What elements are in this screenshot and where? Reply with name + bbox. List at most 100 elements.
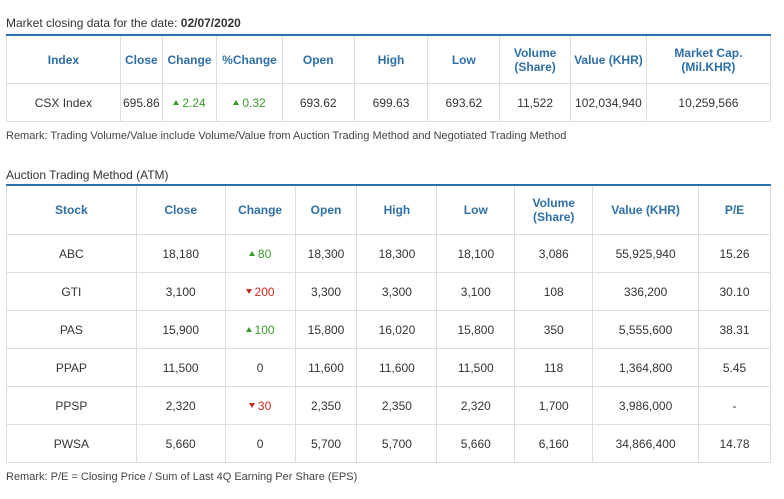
stock-stock: PAS <box>6 310 137 349</box>
col-header-volume: Volume (Share) <box>499 34 571 84</box>
index-change: 2.24 <box>182 95 206 110</box>
stock-high: 2,350 <box>356 386 438 425</box>
col-header-pe: P/E <box>698 184 771 235</box>
index-header-row: Index Close Change %Change Open High Low… <box>6 34 772 84</box>
stock-volume: 1,700 <box>514 386 594 425</box>
table-row: ABC 18,180 80 18,300 18,300 18,100 3,086 55,925… <box>6 234 771 273</box>
triangle-up-icon <box>248 250 255 256</box>
stock-change: 200 <box>254 284 275 299</box>
stock-close: 18,180 <box>135 234 226 273</box>
col-header-mcap-line2: (Mil.KHR) <box>681 59 736 74</box>
stock-change: 80 <box>257 246 272 261</box>
table-row: CSX Index 695.86 2.24 0.32 693.62 699.63… <box>6 83 772 122</box>
stock-high: 16,020 <box>356 310 438 349</box>
col-header-high: High <box>356 184 438 235</box>
stock-change: 100 <box>254 322 275 337</box>
stock-change: 0 <box>256 360 264 375</box>
stock-change-cell: 80 <box>224 234 296 273</box>
col-header-volume-line1: Volume <box>532 196 575 210</box>
stock-value: 34,866,400 <box>592 424 700 463</box>
col-header-open: Open <box>294 184 358 235</box>
stock-close: 15,900 <box>135 310 226 349</box>
col-header-pct-change: %Change <box>216 34 283 84</box>
stock-close: 5,660 <box>135 424 226 463</box>
col-header-low: Low <box>436 184 516 235</box>
col-header-stock: Stock <box>6 184 137 235</box>
stock-value: 3,986,000 <box>592 386 700 425</box>
stock-change-cell: 0 <box>224 424 296 463</box>
market-caption: Market closing data for the date: 02/07/… <box>6 16 241 30</box>
col-header-close: Close <box>135 184 226 235</box>
col-header-high: High <box>353 34 429 84</box>
stock-open: 18,300 <box>294 234 358 273</box>
stock-change-cell: 200 <box>224 272 296 311</box>
triangle-up-icon <box>245 326 252 332</box>
stock-volume: 350 <box>514 310 594 349</box>
stock-stock: PPAP <box>6 348 137 387</box>
col-header-volume-line2: (Share) <box>533 210 575 224</box>
stock-open: 15,800 <box>294 310 358 349</box>
stock-change: 0 <box>256 436 264 451</box>
stock-header-row: Stock Close Change Open High Low Volume … <box>6 184 771 235</box>
stock-volume: 3,086 <box>514 234 594 273</box>
table-row: PAS 15,900 100 15,800 16,020 15,800 350 5,555,6… <box>6 310 771 349</box>
stock-pe: 38.31 <box>698 310 771 349</box>
stock-open: 3,300 <box>294 272 358 311</box>
stock-open: 2,350 <box>294 386 358 425</box>
stock-low: 15,800 <box>436 310 516 349</box>
col-header-volume-line1: Volume <box>513 45 557 60</box>
col-header-mcap-line1: Market Cap. <box>674 45 743 60</box>
stock-volume: 108 <box>514 272 594 311</box>
stock-stock: PPSP <box>6 386 137 425</box>
index-pct-change: 0.32 <box>242 95 266 110</box>
col-header-change: Change <box>161 34 218 84</box>
triangle-down-icon <box>245 289 252 295</box>
stock-close: 11,500 <box>135 348 226 387</box>
col-header-open: Open <box>281 34 355 84</box>
col-header-value: Value (KHR) <box>569 34 647 84</box>
stock-change-cell: 0 <box>224 348 296 387</box>
stock-low: 2,320 <box>436 386 516 425</box>
stock-open: 5,700 <box>294 424 358 463</box>
table-row: PPAP 11,500 0 11,600 11,600 11,500 118 1,364,80… <box>6 348 771 387</box>
index-table: Index Close Change %Change Open High Low… <box>6 34 772 122</box>
stock-change: 30 <box>257 398 272 413</box>
stock-low: 11,500 <box>436 348 516 387</box>
stock-pe: 14.78 <box>698 424 771 463</box>
col-header-low: Low <box>427 34 501 84</box>
index-market-cap: 10,259,566 <box>645 83 772 122</box>
triangle-up-icon <box>173 99 180 105</box>
col-header-value: Value (KHR) <box>592 184 700 235</box>
stock-close: 2,320 <box>135 386 226 425</box>
auction-caption: Auction Trading Method (ATM) <box>6 168 169 182</box>
volume-remark: Remark: Trading Volume/Value include Vol… <box>6 130 567 142</box>
index-volume: 11,522 <box>499 83 571 122</box>
index-open: 693.62 <box>281 83 355 122</box>
stock-table: Stock Close Change Open High Low Volume … <box>6 184 771 463</box>
stock-volume: 6,160 <box>514 424 594 463</box>
triangle-down-icon <box>248 403 255 409</box>
pe-remark: Remark: P/E = Closing Price / Sum of Las… <box>6 471 358 483</box>
stock-pe: 5.45 <box>698 348 771 387</box>
stock-high: 3,300 <box>356 272 438 311</box>
stock-value: 55,925,940 <box>592 234 700 273</box>
stock-change-cell: 100 <box>224 310 296 349</box>
table-row: PWSA 5,660 0 5,700 5,700 5,660 6,160 34,866,400… <box>6 424 771 463</box>
stock-stock: ABC <box>6 234 137 273</box>
stock-stock: GTI <box>6 272 137 311</box>
triangle-up-icon <box>233 99 240 105</box>
table-row: PPSP 2,320 30 2,350 2,350 2,320 1,700 3,986,000… <box>6 386 771 425</box>
stock-low: 5,660 <box>436 424 516 463</box>
index-value: 102,034,940 <box>569 83 647 122</box>
index-change-cell: 2.24 <box>161 83 218 122</box>
stock-value: 1,364,800 <box>592 348 700 387</box>
stock-high: 18,300 <box>356 234 438 273</box>
col-header-close: Close <box>119 34 163 84</box>
stock-close: 3,100 <box>135 272 226 311</box>
stock-open: 11,600 <box>294 348 358 387</box>
col-header-change: Change <box>224 184 296 235</box>
stock-low: 18,100 <box>436 234 516 273</box>
index-low: 693.62 <box>427 83 501 122</box>
col-header-volume-line2: (Share) <box>514 59 556 74</box>
table-row: GTI 3,100 200 3,300 3,300 3,100 108 336,200 30.1… <box>6 272 771 311</box>
